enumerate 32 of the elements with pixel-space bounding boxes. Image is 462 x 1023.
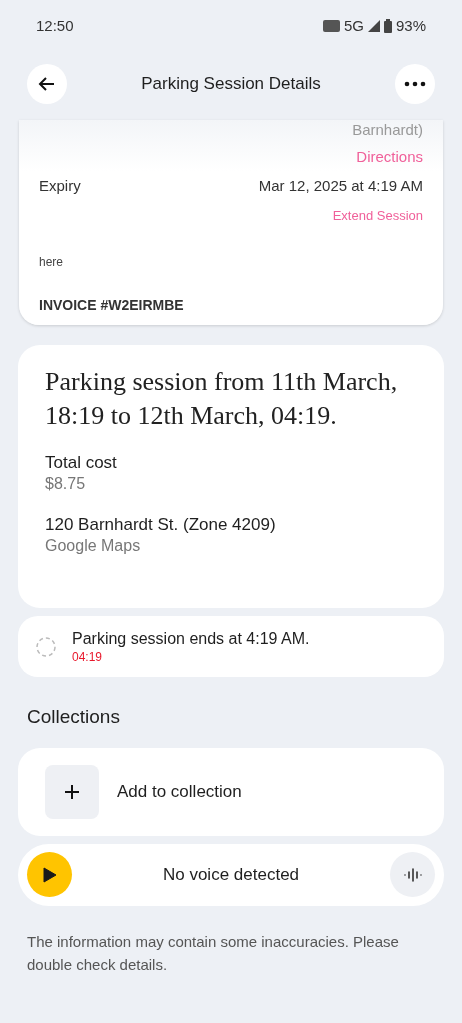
invoice-number: INVOICE #W2EIRMBE <box>39 295 185 315</box>
field-value: Google Maps <box>45 536 142 556</box>
expiry-label: Expiry <box>39 176 81 196</box>
signal-icon <box>367 20 380 32</box>
add-collection-card[interactable]: Add to collection <box>18 747 444 836</box>
field-value: $8.75 <box>45 474 87 494</box>
network-type: 5G <box>343 15 364 36</box>
play-button[interactable] <box>27 852 72 897</box>
waveform-button[interactable] <box>390 852 435 897</box>
battery-percent: 93% <box>395 15 426 36</box>
add-collection-label: Add to collection <box>117 780 242 803</box>
back-button[interactable] <box>27 64 67 104</box>
play-icon <box>42 866 57 883</box>
page-title: Parking Session Details <box>141 73 321 96</box>
status-time: 12:50 <box>36 15 74 36</box>
expiry-value: Mar 12, 2025 at 4:19 AM <box>258 176 423 196</box>
session-headline: Parking session from 11th March, 18:19 to 12th March, 04:19. <box>45 366 399 432</box>
reminder-card[interactable]: Parking session ends at 4:19 AM. 04:19 <box>18 616 444 677</box>
more-icon <box>404 81 426 87</box>
more-button[interactable] <box>395 64 435 104</box>
field-label: Total cost <box>45 452 118 473</box>
battery-icon <box>383 19 392 33</box>
field-label: 120 Barnhardt St. (Zone 4209) <box>45 514 277 535</box>
reminder-title: Parking session ends at 4:19 AM. <box>72 628 310 649</box>
waveform-icon <box>402 867 423 882</box>
disclaimer-text: The information may contain some inaccuracies. Please double check details. <box>27 931 400 975</box>
reminder-time: 04:19 <box>72 648 104 665</box>
plus-icon <box>45 764 99 819</box>
voice-status: No voice detected <box>162 863 300 886</box>
note-text: here <box>39 253 65 271</box>
address-text: Barnhardt) <box>352 120 423 140</box>
collections-heading: Collections <box>27 705 121 729</box>
